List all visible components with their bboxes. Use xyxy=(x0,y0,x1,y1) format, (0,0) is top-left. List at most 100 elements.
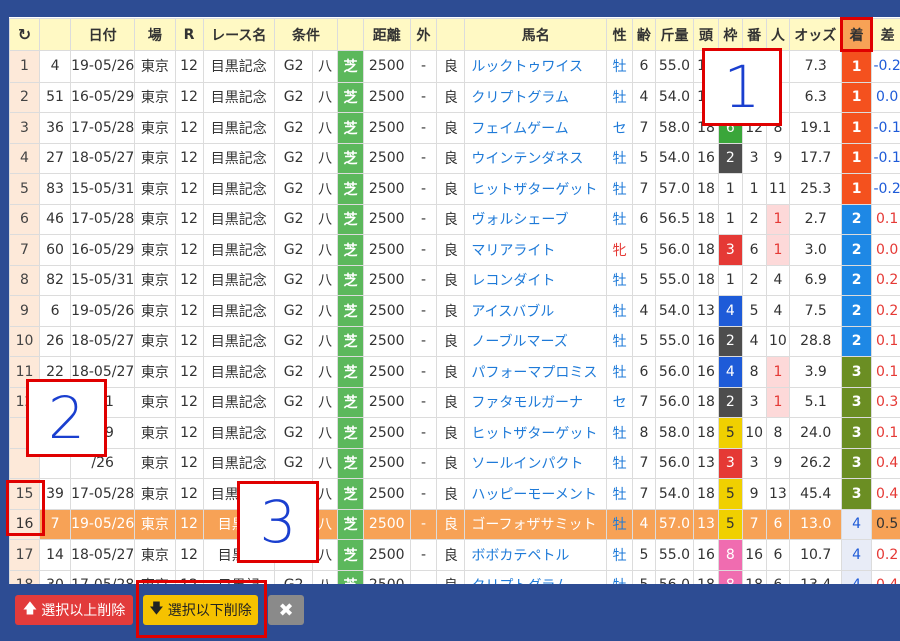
horse-name-cell[interactable]: ボボカテペトル xyxy=(464,539,608,571)
col-id[interactable] xyxy=(39,18,72,51)
horse-name-cell[interactable]: クリプトグラム xyxy=(464,569,608,584)
race-no-cell: 12 xyxy=(174,234,204,266)
col-result[interactable]: 着 xyxy=(840,17,874,52)
horse-name-cell[interactable]: マリアライト xyxy=(464,234,608,266)
col-odds[interactable]: オッズ xyxy=(789,18,843,51)
table-row[interactable]: 10 26 18-05/27 東京 12 目黒記念 G2 八芝 2500- 良ノーブルマーズ牡 5 5… xyxy=(9,325,900,357)
horse-name-cell[interactable]: ヒットザターゲット xyxy=(464,173,608,205)
distance-cell: 2500 xyxy=(362,539,411,571)
table-row[interactable]: 4 27 18-05/27 東京 12 目黒記念 G2 八芝 2500- 良ウインテンダネス牡 5 5… xyxy=(9,142,900,174)
distance-cell: 2500 xyxy=(362,569,411,584)
horse-name-cell[interactable]: ウインテンダネス xyxy=(464,142,608,174)
table-row[interactable]: /26 東京 12 目黒記念 G2 八芝 2500- 良ソールインパクト牡 7 56.0 13 3 3 9… xyxy=(9,447,900,479)
col-surface[interactable] xyxy=(337,18,364,51)
table-row[interactable]: 11 22 18-05/27 東京 12 目黒記念 G2 八芝 2500- 良パフォーマプロミス牡… xyxy=(9,356,900,388)
odds-cell: 13.4 xyxy=(789,569,843,584)
table-row[interactable]: 5 83 15-05/31 東京 12 目黒記念 G2 八芝 2500- 良ヒットザターゲット牡 7… xyxy=(9,173,900,205)
col-outer[interactable]: 外 xyxy=(409,18,438,51)
col-date[interactable]: 日付 xyxy=(70,18,136,51)
close-button[interactable]: ✖ xyxy=(268,595,304,625)
horse-name-cell[interactable]: ハッピーモーメント xyxy=(464,478,608,510)
col-heads[interactable]: 頭 xyxy=(693,18,719,51)
delete-below-button[interactable]: 🡇 選択以下削除 xyxy=(143,595,258,625)
col-number[interactable]: 番 xyxy=(741,18,767,51)
refresh-icon[interactable]: ↻ xyxy=(9,18,41,51)
age-cell: 5 xyxy=(632,142,656,174)
course-cell: 東京 xyxy=(134,264,176,296)
col-age[interactable]: 齢 xyxy=(632,18,656,51)
col-going[interactable] xyxy=(436,18,466,51)
col-weight[interactable]: 斤量 xyxy=(654,18,695,51)
diff-cell: 0.0 xyxy=(871,234,900,266)
table-row[interactable]: 6 46 17-05/28 東京 12 目黒記念 G2 八芝 2500- 良ヴォルシェーブ牡 6 56… xyxy=(9,203,900,235)
table-row[interactable]: 12/31東京12目黒記念G2八芝2500-良ファタモルガーナセ756.0182… xyxy=(9,386,900,418)
date-cell: 17-05/28 xyxy=(70,203,136,235)
age-cell: 7 xyxy=(632,478,656,510)
col-popularity[interactable]: 人 xyxy=(765,18,791,51)
horse-name-cell[interactable]: レコンダイト xyxy=(464,264,608,296)
hachi-cell: 八 xyxy=(312,447,339,479)
sex-cell: 牡 xyxy=(606,569,634,584)
row-id: 4 xyxy=(39,50,72,83)
number-cell: 7 xyxy=(741,508,767,540)
table-row[interactable]: 16719-05/26東京12目黒記G2八芝2500-良ゴーフォザサミット牡45… xyxy=(9,508,900,540)
age-cell: 6 xyxy=(632,356,656,388)
horse-name-cell[interactable]: ソールインパクト xyxy=(464,447,608,479)
col-course[interactable]: 場 xyxy=(134,18,176,51)
table-row[interactable]: 153917-05/28東京12目黒記念G2八芝2500-良ハッピーモーメント牡… xyxy=(9,478,900,510)
horse-name-cell[interactable]: ヴォルシェーブ xyxy=(464,203,608,235)
race-name-cell: 目黒記念 xyxy=(202,81,275,113)
heads-cell: 18 xyxy=(693,386,719,418)
header-row: ↻ 日付 場 R レース名 条件 距離 外 馬名 性 齢 斤量 頭 枠 番 人 … xyxy=(9,17,900,52)
col-race-name[interactable]: レース名 xyxy=(202,18,275,51)
waku-cell: 8 xyxy=(717,539,743,571)
table-row[interactable]: 171418-05/27東京12目黒記G2八芝2500-良ボボカテペトル牡555… xyxy=(9,539,900,571)
horse-name-cell[interactable]: ゴーフォザサミット xyxy=(464,508,608,540)
col-condition[interactable]: 条件 xyxy=(273,18,339,51)
date-cell: 16-05/29 xyxy=(70,234,136,266)
horse-name-cell[interactable]: アイスバブル xyxy=(464,295,608,327)
odds-cell: 28.8 xyxy=(789,325,843,357)
row-id: 82 xyxy=(39,264,72,296)
heads-cell: 13 xyxy=(693,447,719,479)
race-name-cell: 目黒記念 xyxy=(202,203,275,235)
col-waku[interactable]: 枠 xyxy=(717,18,743,51)
table-row[interactable]: 9 6 19-05/26 東京 12 目黒記念 G2 八芝 2500- 良アイスバブル牡 4 54.0… xyxy=(9,295,900,327)
hachi-cell: 八 xyxy=(312,325,339,357)
weight-cell: 57.0 xyxy=(654,508,695,540)
col-race-no[interactable]: R xyxy=(174,18,204,51)
going-cell: 良 xyxy=(436,173,466,205)
race-no-cell: 12 xyxy=(174,264,204,296)
heads-cell: 18 xyxy=(693,234,719,266)
table-row[interactable]: /29東京12目黒記念G2八芝2500-良ヒットザターゲット牡858.01851… xyxy=(9,417,900,449)
date-cell: 19-05/26 xyxy=(70,295,136,327)
row-index: 18 xyxy=(9,569,41,584)
going-cell: 良 xyxy=(436,234,466,266)
col-sex[interactable]: 性 xyxy=(606,18,634,51)
distance-cell: 2500 xyxy=(362,325,411,357)
delete-above-button[interactable]: 🡅 選択以上削除 xyxy=(15,595,133,625)
col-horse-name[interactable]: 馬名 xyxy=(464,18,608,51)
grade-cell: G2 xyxy=(273,203,314,235)
horse-name-cell[interactable]: ヒットザターゲット xyxy=(464,417,608,449)
horse-name-cell[interactable]: フェイムゲーム xyxy=(464,112,608,144)
horse-name-cell[interactable]: クリプトグラム xyxy=(464,81,608,113)
row-index: 1 xyxy=(9,50,41,83)
diff-cell: 0.2 xyxy=(871,295,900,327)
sex-cell: 牡 xyxy=(606,417,634,449)
col-distance[interactable]: 距離 xyxy=(362,18,411,51)
age-cell: 5 xyxy=(632,539,656,571)
table-row[interactable]: 8 82 15-05/31 東京 12 目黒記念 G2 八芝 2500- 良レコンダイト牡 5 55.… xyxy=(9,264,900,296)
col-diff[interactable]: 差 xyxy=(871,18,900,51)
outer-cell: - xyxy=(409,325,438,357)
horse-name-cell[interactable]: パフォーマプロミス xyxy=(464,356,608,388)
diff-cell: 0.3 xyxy=(871,386,900,418)
table-row[interactable]: 7 60 16-05/29 東京 12 目黒記念 G2 八芝 2500- 良マリアライト牝 5 56.… xyxy=(9,234,900,266)
hachi-cell: 八 xyxy=(312,203,339,235)
race-no-cell: 12 xyxy=(174,203,204,235)
horse-name-cell[interactable]: ノーブルマーズ xyxy=(464,325,608,357)
horse-name-cell[interactable]: ルックトゥワイス xyxy=(464,50,608,83)
horse-name-cell[interactable]: ファタモルガーナ xyxy=(464,386,608,418)
odds-cell: 2.7 xyxy=(789,203,843,235)
odds-cell: 10.7 xyxy=(789,539,843,571)
